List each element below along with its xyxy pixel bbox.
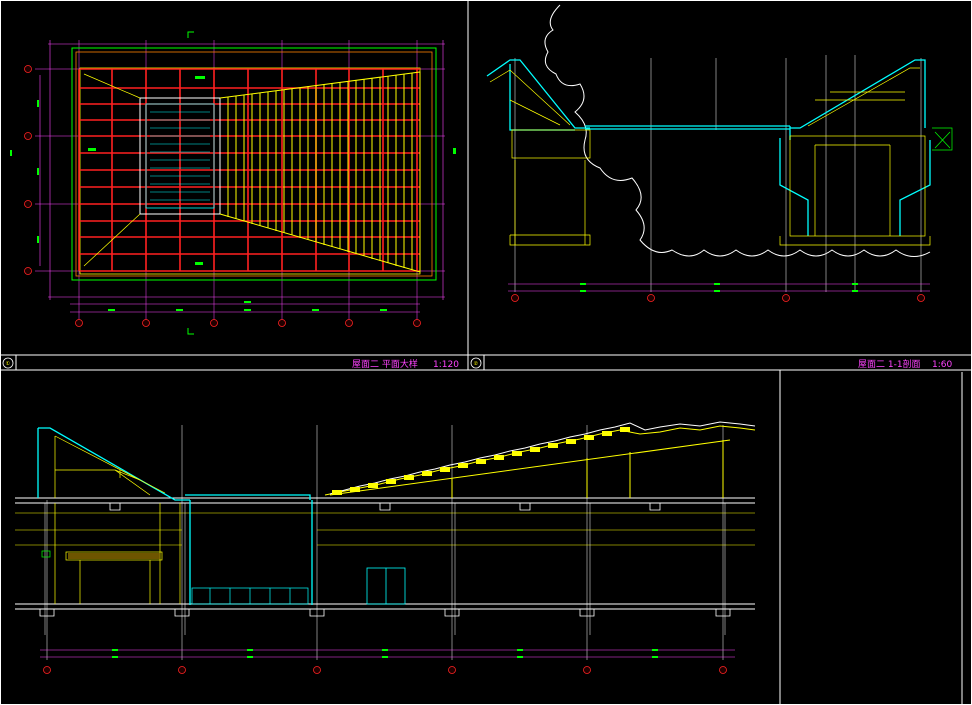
roof-plan-view [10, 31, 456, 335]
section-1-1-view [486, 4, 953, 302]
panel-title-section: ② 屋面二 1-1剖面 1:60 [470, 357, 952, 370]
panel-title-plan: ① 屋面二 平面大样 1:120 [2, 357, 459, 370]
long-section-view [15, 421, 756, 674]
panel-title-text-plan: 屋面二 平面大样 [352, 358, 418, 370]
panel-number-plan: ① [6, 361, 11, 367]
panel-scale-section: 1:60 [932, 360, 952, 370]
panel-title-text-section: 屋面二 1-1剖面 [858, 358, 921, 370]
cad-drawing-sheet: ① 屋面二 平面大样 1:120 ② 屋面二 1-1剖面 1:60 [0, 0, 972, 705]
panel-scale-plan: 1:120 [433, 360, 459, 370]
panel-number-section: ② [474, 361, 479, 367]
